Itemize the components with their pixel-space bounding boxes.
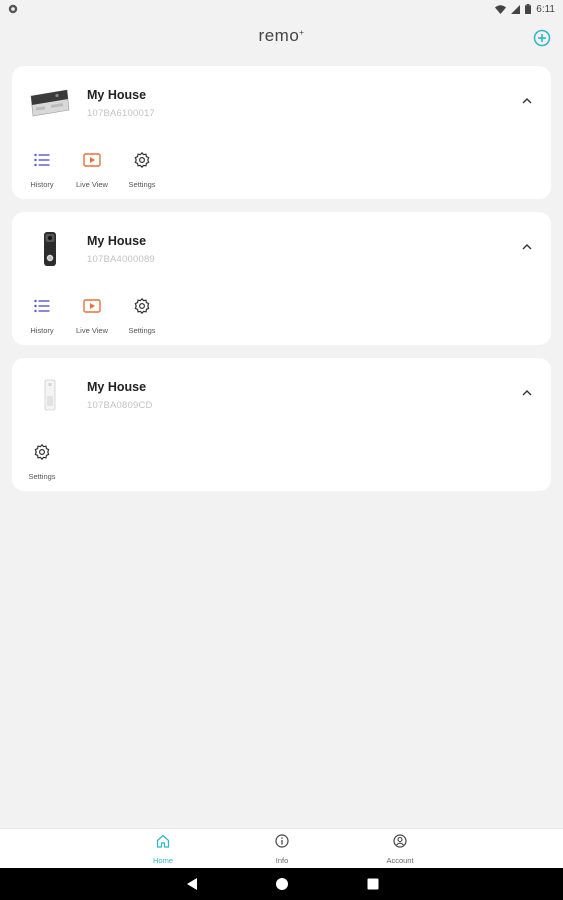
device-thumbnail (26, 82, 74, 124)
settings-button[interactable]: Settings (117, 150, 167, 189)
chevron-up-icon[interactable] (521, 242, 533, 252)
device-card-header[interactable]: My House 107BA4000089 (12, 212, 551, 282)
status-right: 6:11 (495, 4, 555, 15)
chevron-up-icon[interactable] (521, 96, 533, 106)
device-thumbnail (26, 228, 74, 270)
device-card: My House 107BA6100017 History Live View … (12, 66, 551, 199)
app-bar: remo+ (0, 22, 563, 54)
gear-icon (34, 444, 50, 460)
app-title: remo+ (0, 26, 563, 46)
history-button[interactable]: History (17, 150, 67, 189)
device-actions: History Live View Settings (12, 296, 551, 336)
camera-hub-image (30, 89, 70, 117)
back-icon[interactable] (186, 877, 198, 891)
device-actions: History Live View Settings (12, 150, 551, 190)
account-icon (393, 834, 407, 848)
history-label: History (30, 180, 54, 189)
settings-label: Settings (28, 472, 56, 481)
device-actions: Settings (12, 442, 551, 482)
live-view-button[interactable]: Live View (67, 296, 117, 335)
nav-home-label: Home (152, 856, 173, 865)
device-card-header[interactable]: My House 107BA6100017 (12, 66, 551, 136)
play-icon (83, 153, 101, 167)
status-time: 6:11 (536, 3, 555, 15)
device-serial: 107BA6100017 (87, 108, 155, 119)
device-card: My House 107BA4000089 History Live View … (12, 212, 551, 345)
device-serial: 107BA4000089 (87, 254, 155, 265)
app-title-mark: + (299, 28, 305, 37)
home-icon (156, 834, 170, 848)
list-icon (34, 299, 50, 313)
status-left (8, 4, 18, 14)
list-icon (34, 153, 50, 167)
history-button[interactable]: History (17, 296, 67, 335)
settings-label: Settings (128, 180, 156, 189)
add-circle-icon (533, 29, 551, 47)
device-serial: 107BA0809CD (87, 400, 153, 411)
settings-label: Settings (128, 326, 156, 335)
system-nav-bar (0, 868, 563, 900)
wifi-icon (495, 4, 507, 14)
nav-info-label: Info (275, 856, 289, 865)
live-view-label: Live View (76, 180, 108, 189)
live-view-button[interactable]: Live View (67, 150, 117, 189)
device-thumbnail (26, 374, 74, 416)
device-name: My House (87, 380, 147, 394)
device-card: My House 107BA0809CD Settings (12, 358, 551, 491)
bottom-nav: Home Info Account (0, 828, 563, 868)
nav-info[interactable]: Info (252, 834, 312, 865)
app-title-text: remo (258, 26, 300, 45)
add-device-button[interactable] (533, 29, 551, 47)
live-view-label: Live View (76, 326, 108, 335)
screen: 6:11 remo+ My House 107BA6100017 History… (0, 0, 563, 900)
gear-icon (134, 152, 150, 168)
device-name: My House (87, 88, 147, 102)
play-icon (83, 299, 101, 313)
settings-button[interactable]: Settings (17, 442, 67, 481)
status-bar: 6:11 (0, 0, 563, 18)
gear-icon (134, 298, 150, 314)
device-card-header[interactable]: My House 107BA0809CD (12, 358, 551, 428)
nav-home[interactable]: Home (133, 834, 193, 865)
notification-dot-icon (8, 4, 18, 14)
doorbell-image (44, 232, 56, 266)
nav-account[interactable]: Account (370, 834, 430, 865)
signal-icon (511, 4, 521, 14)
sensor-image (44, 379, 56, 411)
battery-icon (525, 4, 532, 14)
chevron-up-icon[interactable] (521, 388, 533, 398)
info-icon (275, 834, 289, 848)
home-circle-icon[interactable] (275, 877, 289, 891)
settings-button[interactable]: Settings (117, 296, 167, 335)
recent-apps-icon[interactable] (367, 878, 379, 890)
history-label: History (30, 326, 54, 335)
device-name: My House (87, 234, 147, 248)
nav-account-label: Account (386, 856, 414, 865)
